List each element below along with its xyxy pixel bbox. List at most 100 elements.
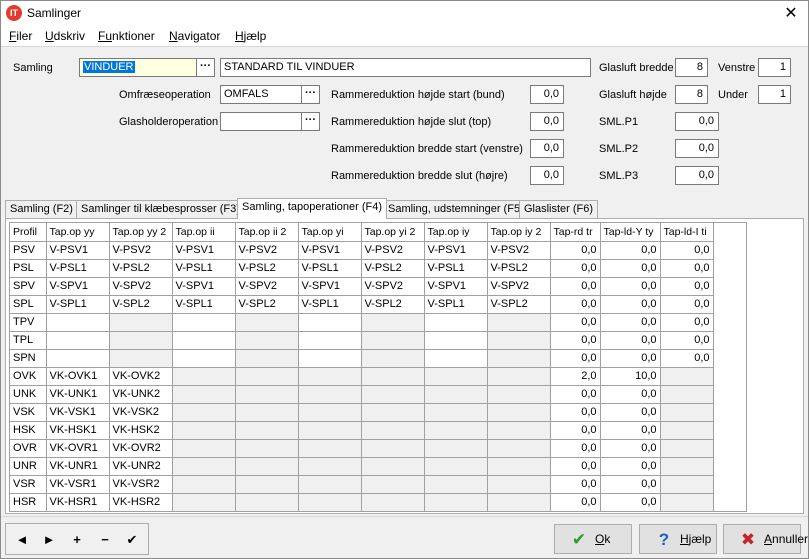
grid-cell[interactable] xyxy=(424,475,488,494)
grid-column-header[interactable]: Tap-ld-I ti xyxy=(660,223,714,242)
grid-cell[interactable]: 0,0 xyxy=(550,295,601,314)
menu-filer[interactable]: Filer xyxy=(9,29,32,43)
grid-column-header[interactable]: Tap.op ii 2 xyxy=(235,223,299,242)
grid-cell[interactable] xyxy=(235,475,299,494)
grid-cell[interactable]: V-SPL2 xyxy=(487,295,551,314)
grid-cell[interactable] xyxy=(298,475,362,494)
grid-cell[interactable]: 0,0 xyxy=(600,493,661,511)
grid-cell[interactable]: 0,0 xyxy=(600,349,661,368)
ok-button[interactable]: ✔ Ok xyxy=(554,524,632,554)
grid-cell[interactable]: 0,0 xyxy=(600,313,661,332)
table-row[interactable]: SPV V-SPV1 V-SPV2 V-SPV1 V-SPV2 V-SPV1 V-SPV2 V… xyxy=(10,277,714,296)
grid-cell[interactable] xyxy=(172,457,236,476)
table-row[interactable]: SPN 0,0 0,0 0,0 xyxy=(10,349,714,368)
grid-cell[interactable]: VK-VSR2 xyxy=(109,475,173,494)
grid-cell[interactable] xyxy=(424,385,488,404)
table-row[interactable]: UNK VK-UNK1 VK-UNK2 0,0 0,0 xyxy=(10,385,714,404)
grid-cell[interactable] xyxy=(361,493,425,511)
table-row[interactable]: VSK VK-VSK1 VK-VSK2 0,0 0,0 xyxy=(10,403,714,422)
grid-cell[interactable]: VK-HSR1 xyxy=(46,493,110,511)
grid-cell[interactable] xyxy=(235,331,299,350)
grid-cell[interactable]: VK-HSK1 xyxy=(46,421,110,440)
grid-cell[interactable] xyxy=(424,313,488,332)
grid-cell[interactable] xyxy=(298,421,362,440)
table-row[interactable]: SPL V-SPL1 V-SPL2 V-SPL1 V-SPL2 V-SPL1 V-SPL2 V… xyxy=(10,295,714,314)
grid-cell[interactable] xyxy=(235,367,299,386)
grid-cell[interactable]: 0,0 xyxy=(600,295,661,314)
grid-cell[interactable]: 0,0 xyxy=(600,241,661,260)
grid-cell[interactable] xyxy=(109,331,173,350)
samling-input[interactable]: VINDUER xyxy=(79,58,197,77)
grid-cell[interactable] xyxy=(235,457,299,476)
grid-cell[interactable]: 0,0 xyxy=(550,493,601,511)
grid-cell[interactable]: V-PSV1 xyxy=(172,241,236,260)
confirm-record-button[interactable]: ✔ xyxy=(121,530,143,550)
grid-cell[interactable] xyxy=(172,475,236,494)
glasholder-input[interactable] xyxy=(220,112,302,131)
grid-column-header[interactable]: Tap.op yi xyxy=(298,223,362,242)
grid-cell[interactable]: V-PSL2 xyxy=(109,259,173,278)
close-button[interactable]: ✕ xyxy=(777,3,805,25)
grid-cell[interactable]: 0,0 xyxy=(600,475,661,494)
grid-cell[interactable]: V-SPV1 xyxy=(172,277,236,296)
grid-cell[interactable] xyxy=(361,403,425,422)
grid-cell[interactable]: VK-UNR1 xyxy=(46,457,110,476)
grid-cell[interactable]: VK-UNK2 xyxy=(109,385,173,404)
glasholder-lookup-button[interactable]: ··· xyxy=(301,112,320,131)
grid-cell[interactable]: 0,0 xyxy=(550,457,601,476)
tab-samling[interactable]: Samling (F2) xyxy=(5,200,78,218)
grid-cell[interactable]: 0,0 xyxy=(600,457,661,476)
grid-cell[interactable] xyxy=(660,403,714,422)
grid-cell[interactable] xyxy=(361,421,425,440)
grid-cell[interactable] xyxy=(424,331,488,350)
grid-cell[interactable] xyxy=(235,349,299,368)
grid-cell[interactable] xyxy=(487,421,551,440)
grid-cell[interactable] xyxy=(172,493,236,511)
grid-cell[interactable]: V-SPV2 xyxy=(487,277,551,296)
grid-cell[interactable] xyxy=(424,367,488,386)
grid-column-header[interactable]: Profil xyxy=(10,223,47,242)
menu-hjaelp[interactable]: Hjælp xyxy=(235,29,266,43)
grid-cell[interactable] xyxy=(660,367,714,386)
menu-udskriv[interactable]: Udskriv xyxy=(45,29,85,43)
cancel-button[interactable]: ✖ Annuller xyxy=(723,524,808,554)
grid-cell[interactable] xyxy=(660,421,714,440)
grid-cell[interactable] xyxy=(424,457,488,476)
grid-cell[interactable] xyxy=(487,313,551,332)
grid-cell[interactable] xyxy=(660,475,714,494)
grid-cell[interactable] xyxy=(487,439,551,458)
grid-cell[interactable] xyxy=(298,385,362,404)
grid-cell[interactable] xyxy=(109,313,173,332)
table-row[interactable]: OVK VK-OVK1 VK-OVK2 2,0 10,0 xyxy=(10,367,714,386)
grid-cell[interactable] xyxy=(235,439,299,458)
grid-cell[interactable] xyxy=(660,385,714,404)
grid-cell[interactable]: V-PSV1 xyxy=(46,241,110,260)
grid-cell[interactable]: 0,0 xyxy=(550,259,601,278)
grid-cell[interactable] xyxy=(361,313,425,332)
grid-column-header[interactable]: Tap.op ii xyxy=(172,223,236,242)
grid-cell[interactable] xyxy=(298,493,362,511)
grid-cell[interactable]: 0,0 xyxy=(550,439,601,458)
grid-cell[interactable]: 0,0 xyxy=(600,277,661,296)
grid-cell[interactable]: V-SPL1 xyxy=(298,295,362,314)
grid-cell[interactable] xyxy=(487,385,551,404)
grid-cell[interactable] xyxy=(487,457,551,476)
grid-cell[interactable] xyxy=(361,331,425,350)
grid-cell[interactable]: V-SPV2 xyxy=(109,277,173,296)
grid-cell[interactable] xyxy=(487,367,551,386)
grid-cell[interactable]: V-SPL1 xyxy=(172,295,236,314)
table-row[interactable]: PSV V-PSV1 V-PSV2 V-PSV1 V-PSV2 V-PSV1 V-PSV2 V… xyxy=(10,241,714,260)
grid-cell[interactable] xyxy=(172,439,236,458)
smlp3-input[interactable]: 0,0 xyxy=(675,166,719,185)
grid-cell[interactable]: V-PSV2 xyxy=(487,241,551,260)
grid-cell[interactable]: 0,0 xyxy=(550,313,601,332)
grid-cell[interactable] xyxy=(487,403,551,422)
grid-cell[interactable]: 0,0 xyxy=(550,349,601,368)
grid-cell[interactable] xyxy=(660,439,714,458)
glasluft-bredde-input[interactable]: 8 xyxy=(675,58,708,77)
grid-cell[interactable]: V-SPV2 xyxy=(235,277,299,296)
grid-cell[interactable] xyxy=(298,457,362,476)
grid-cell[interactable]: V-SPV2 xyxy=(361,277,425,296)
grid-cell[interactable]: VK-VSR1 xyxy=(46,475,110,494)
grid-cell[interactable]: VK-UNK1 xyxy=(46,385,110,404)
